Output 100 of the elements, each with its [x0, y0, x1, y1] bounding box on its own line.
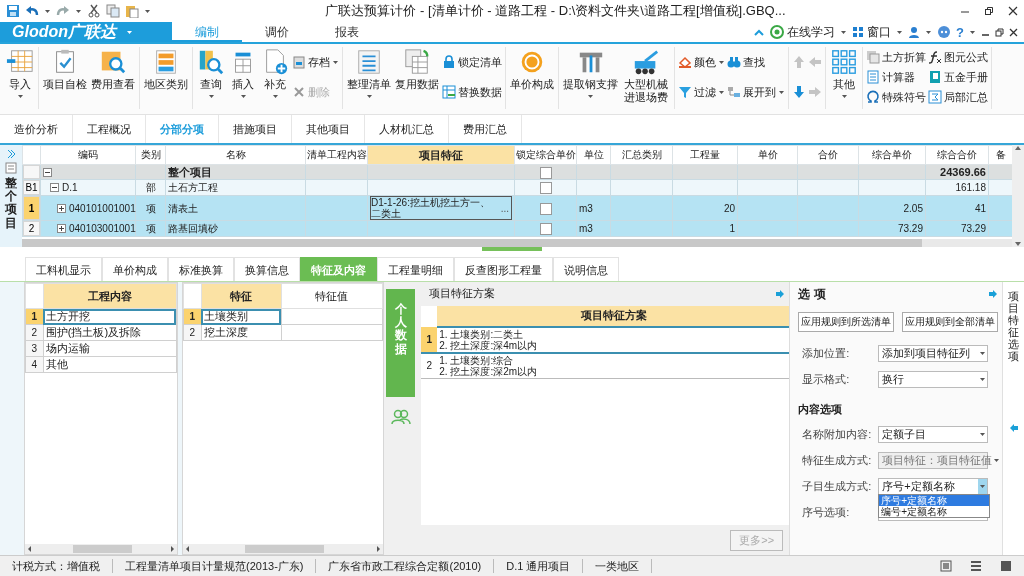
checkbox[interactable]: [539, 202, 552, 215]
close-icon[interactable]: [1009, 27, 1018, 37]
ribbon-button[interactable]: 单价构成: [508, 47, 556, 92]
help-button[interactable]: ?: [956, 24, 964, 40]
arrow-left-icon[interactable]: [1008, 422, 1019, 433]
layout-icon[interactable]: [940, 560, 952, 572]
ribbon-button[interactable]: 提取钢支撑: [561, 47, 620, 104]
vertical-scrollbar[interactable]: [1012, 145, 1024, 247]
menu-link[interactable]: 窗口: [852, 23, 892, 41]
nav-tab[interactable]: 费用汇总: [449, 115, 522, 143]
undo-icon[interactable]: [25, 4, 39, 18]
ribbon-button[interactable]: 其他: [828, 47, 861, 104]
ribbon-button[interactable]: 锁定清单: [442, 53, 502, 71]
ribbon-button[interactable]: 局部汇总: [928, 88, 989, 106]
dropdown-field[interactable]: 添加到项目特征列: [878, 344, 989, 362]
paste-icon[interactable]: [125, 4, 139, 18]
ribbon-button[interactable]: 查找: [727, 53, 786, 71]
ribbon-button[interactable]: 补充: [259, 47, 291, 104]
ribbon-button[interactable]: 项目自检: [41, 47, 89, 92]
horizontal-scrollbar[interactable]: [24, 544, 177, 554]
restore-icon[interactable]: [995, 27, 1004, 37]
checkbox[interactable]: [539, 223, 552, 236]
ribbon-button[interactable]: 土方折算: [866, 48, 927, 66]
ribbon-button[interactable]: 查询: [195, 47, 227, 104]
ribbon-button[interactable]: 存档: [292, 53, 339, 71]
full-view-icon[interactable]: [1000, 560, 1012, 572]
row-header[interactable]: 2: [23, 221, 40, 236]
column-header: 清单工程内容: [305, 145, 368, 165]
close-icon[interactable]: [1008, 6, 1018, 16]
side-panel-tab[interactable]: 项目特征选项: [1008, 290, 1020, 363]
arrow-down-icon[interactable]: [792, 85, 807, 99]
ribbon-button[interactable]: 计算器: [866, 68, 927, 86]
checkbox[interactable]: [539, 166, 552, 179]
detail-tab[interactable]: 工程量明细: [377, 257, 454, 281]
ribbon-button[interactable]: 替换数据: [442, 83, 502, 101]
splitter-handle[interactable]: [482, 247, 542, 251]
caret-icon[interactable]: [978, 430, 988, 438]
horizontal-scrollbar[interactable]: [182, 544, 383, 554]
expand-icon[interactable]: [57, 224, 66, 233]
checkbox[interactable]: [539, 182, 552, 195]
chevron-right-icon[interactable]: [6, 149, 16, 159]
dropdown-option[interactable]: 编号+定额名称: [879, 505, 990, 517]
arrow-right-icon[interactable]: [988, 289, 999, 299]
ribbon-button[interactable]: 费用查看: [89, 47, 137, 92]
detail-tab[interactable]: 工料机显示: [25, 257, 102, 281]
detail-tab[interactable]: 单价构成: [102, 257, 168, 281]
dropdown-field[interactable]: 定额子目: [878, 425, 989, 443]
restore-icon[interactable]: [984, 6, 994, 16]
arrow-right-icon[interactable]: [775, 288, 786, 299]
menu-link[interactable]: 在线学习: [770, 23, 836, 41]
caret-icon[interactable]: [978, 375, 988, 383]
nav-tab[interactable]: 措施项目: [219, 115, 292, 143]
detail-tab[interactable]: 反查图形工程量: [454, 257, 553, 281]
horizontal-scrollbar[interactable]: [22, 239, 1012, 247]
menu-tab[interactable]: 报表: [312, 22, 382, 42]
ribbon-button[interactable]: 展开到: [727, 83, 786, 101]
detail-tab[interactable]: 标准换算: [168, 257, 234, 281]
caret-icon[interactable]: [978, 482, 988, 490]
collapse-icon[interactable]: [43, 167, 52, 177]
nav-tab[interactable]: 其他项目: [292, 115, 365, 143]
cut-icon[interactable]: [87, 4, 101, 18]
apply-button[interactable]: 应用规则到全部清单: [902, 312, 999, 332]
nav-tab[interactable]: 造价分析: [0, 115, 73, 143]
scroll-right-icon[interactable]: [169, 545, 175, 553]
caret-icon[interactable]: [978, 349, 988, 357]
row-header[interactable]: 1: [23, 196, 40, 220]
collapse-icon[interactable]: [50, 183, 59, 192]
row-header[interactable]: 1: [421, 326, 438, 353]
ribbon-button[interactable]: 复用数据: [393, 47, 441, 92]
ribbon-button[interactable]: 过滤: [678, 83, 726, 101]
more-button[interactable]: ...: [498, 202, 511, 214]
row-header[interactable]: 2: [421, 352, 438, 379]
ribbon-button[interactable]: 特殊符号: [866, 88, 927, 106]
dropdown-field[interactable]: 换行: [878, 370, 989, 388]
row-header[interactable]: B1: [23, 180, 40, 195]
scroll-left-icon[interactable]: [26, 545, 32, 553]
scroll-left-icon[interactable]: [184, 545, 190, 553]
ribbon-button[interactable]: 颜色: [678, 53, 726, 71]
copy-icon[interactable]: [106, 4, 120, 18]
expand-icon[interactable]: [57, 203, 66, 213]
apply-button[interactable]: 应用规则到所选清单: [798, 312, 895, 332]
nav-tab[interactable]: 工程概况: [73, 115, 146, 143]
user-icon[interactable]: [908, 26, 921, 38]
robot-icon[interactable]: [937, 25, 952, 39]
menu-tab[interactable]: 调价: [242, 22, 312, 42]
ribbon-button[interactable]: 地区类别: [142, 47, 190, 92]
dropdown-option[interactable]: 序号+定额名称: [879, 494, 990, 506]
detail-tab[interactable]: 说明信息: [553, 257, 619, 281]
ribbon-button[interactable]: 图元公式: [928, 48, 989, 66]
chevron-up-icon[interactable]: [753, 27, 766, 37]
ribbon-button[interactable]: 导入: [4, 47, 36, 104]
ribbon-button[interactable]: 插入: [227, 47, 259, 104]
ribbon-button[interactable]: 整理清单: [345, 47, 393, 104]
ribbon-button[interactable]: 五金手册: [928, 68, 989, 86]
scroll-right-icon[interactable]: [375, 545, 381, 553]
save-icon[interactable]: [6, 4, 20, 18]
list-view-icon[interactable]: [970, 560, 982, 572]
feature-editor[interactable]: D1-1-26:挖土机挖土方一、二类土 ...: [370, 196, 512, 220]
ribbon-button[interactable]: 大型机械进退场费: [620, 47, 673, 105]
nav-tab[interactable]: 人材机汇总: [365, 115, 449, 143]
